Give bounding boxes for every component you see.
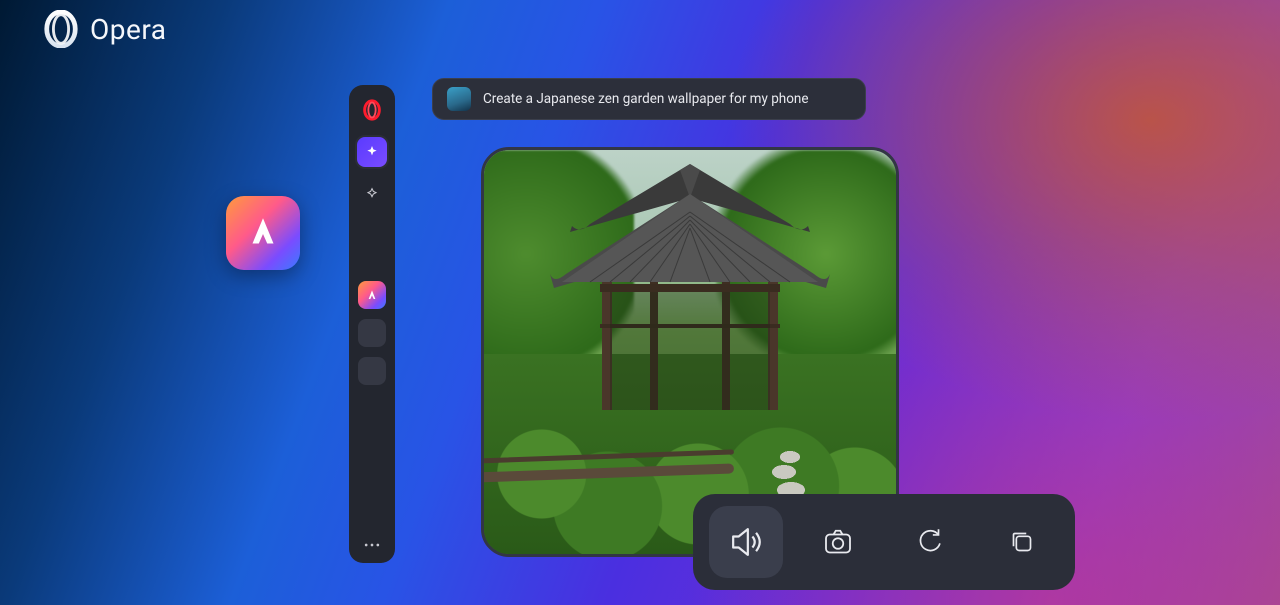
sound-icon: [724, 520, 768, 564]
aria-app-icon: [364, 287, 380, 303]
sidebar-aria-button[interactable]: [357, 137, 387, 167]
refresh-button[interactable]: [893, 506, 967, 578]
prompt-text: Create a Japanese zen garden wallpaper f…: [483, 91, 809, 107]
brand-logo: Opera: [42, 10, 167, 48]
brand-name: Opera: [90, 13, 167, 46]
opera-logo-icon: [42, 10, 80, 48]
image-actions-toolbar: [693, 494, 1075, 590]
aria-sparkle-icon: [364, 144, 380, 160]
aria-app-tile[interactable]: [226, 196, 300, 270]
copy-icon: [1005, 525, 1039, 559]
more-icon: [362, 541, 382, 549]
sidebar-empty-slot-1[interactable]: [358, 319, 386, 347]
sidebar-aria-app[interactable]: [358, 281, 386, 309]
camera-icon: [820, 524, 856, 560]
center-target-icon: [364, 186, 380, 202]
refresh-icon: [913, 525, 947, 559]
sound-button[interactable]: [709, 506, 783, 578]
aria-glyph-icon: [242, 212, 284, 254]
sidebar-empty-slot-2[interactable]: [358, 357, 386, 385]
opera-icon: [361, 99, 383, 121]
user-avatar: [447, 87, 471, 111]
copy-button[interactable]: [985, 506, 1059, 578]
prompt-bar[interactable]: Create a Japanese zen garden wallpaper f…: [432, 78, 866, 120]
sidebar-center-button[interactable]: [357, 179, 387, 209]
sidebar-opera-button[interactable]: [357, 95, 387, 125]
sidebar: [349, 85, 395, 563]
sidebar-more-button[interactable]: [358, 535, 386, 555]
camera-button[interactable]: [801, 506, 875, 578]
